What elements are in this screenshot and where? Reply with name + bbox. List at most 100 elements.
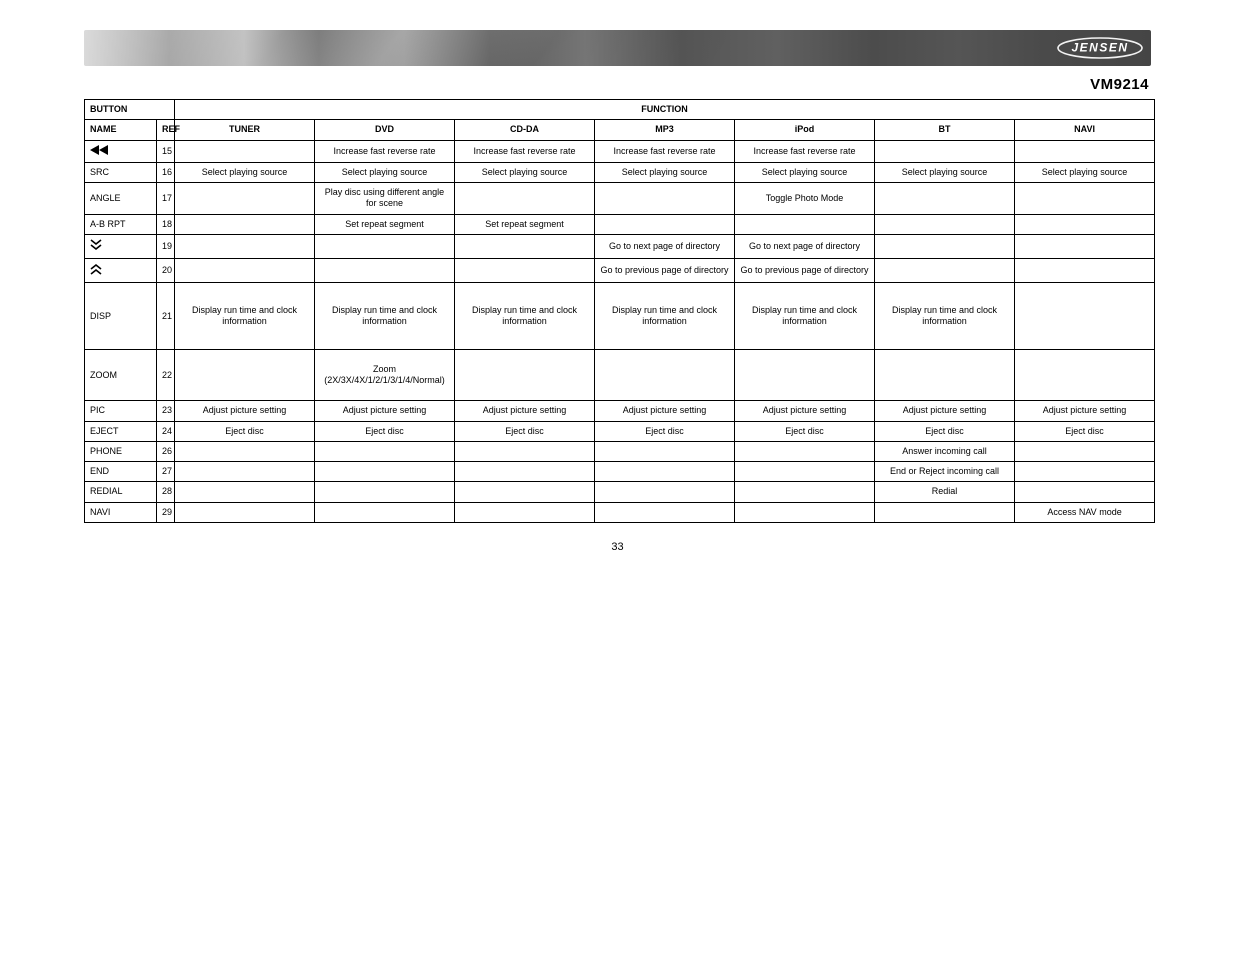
cell-cdda [455, 183, 595, 215]
cell-name: END [85, 462, 157, 482]
cell-cdda: Set repeat segment [455, 214, 595, 234]
brand-logo: JENSEN [1057, 37, 1143, 59]
cell-dvd: Display run time and clock information [315, 283, 455, 350]
cell-ipod [735, 350, 875, 401]
button-name-label: END [90, 466, 109, 476]
th-ref: REF [157, 120, 175, 140]
cell-bt: Select playing source [875, 162, 1015, 182]
table-row: 19Go to next page of directoryGo to next… [85, 234, 1155, 258]
table-row: PIC23Adjust picture settingAdjust pictur… [85, 401, 1155, 421]
cell-bt: Eject disc [875, 421, 1015, 441]
button-name-label: A-B RPT [90, 219, 126, 229]
cell-dvd [315, 502, 455, 522]
th-function: FUNCTION [175, 100, 1155, 120]
cell-cdda [455, 462, 595, 482]
cell-bt [875, 350, 1015, 401]
cell-bt: Redial [875, 482, 1015, 502]
button-name-label: PIC [90, 405, 105, 415]
cell-ref: 16 [157, 162, 175, 182]
cell-name: ANGLE [85, 183, 157, 215]
cell-mp3 [595, 462, 735, 482]
cell-navi: Eject disc [1015, 421, 1155, 441]
cell-tuner [175, 462, 315, 482]
table-row: PHONE26Answer incoming call [85, 441, 1155, 461]
cell-ipod [735, 482, 875, 502]
th-name: NAME [85, 120, 157, 140]
button-name-label: ANGLE [90, 193, 121, 203]
button-name-label: PHONE [90, 446, 122, 456]
cell-dvd: Adjust picture setting [315, 401, 455, 421]
th-dvd: DVD [315, 120, 455, 140]
cell-tuner [175, 441, 315, 461]
cell-tuner [175, 183, 315, 215]
cell-tuner [175, 140, 315, 162]
cell-dvd: Zoom (2X/3X/4X/1/2/1/3/1/4/Normal) [315, 350, 455, 401]
button-name-label: SRC [90, 167, 109, 177]
cell-ref: 21 [157, 283, 175, 350]
cell-ipod: Eject disc [735, 421, 875, 441]
button-name-label: EJECT [90, 426, 119, 436]
cell-ipod: Increase fast reverse rate [735, 140, 875, 162]
cell-navi: Select playing source [1015, 162, 1155, 182]
th-bt: BT [875, 120, 1015, 140]
cell-navi [1015, 214, 1155, 234]
cell-mp3: Adjust picture setting [595, 401, 735, 421]
cell-cdda [455, 502, 595, 522]
brand-logo-text: JENSEN [1071, 41, 1128, 55]
cell-ref: 23 [157, 401, 175, 421]
table-row: A-B RPT18Set repeat segmentSet repeat se… [85, 214, 1155, 234]
cell-ipod [735, 441, 875, 461]
cell-name: SRC [85, 162, 157, 182]
cell-name: EJECT [85, 421, 157, 441]
cell-mp3 [595, 441, 735, 461]
cell-tuner: Display run time and clock information [175, 283, 315, 350]
cell-name [85, 140, 157, 162]
cell-navi [1015, 259, 1155, 283]
cell-cdda [455, 259, 595, 283]
cell-navi [1015, 183, 1155, 215]
button-name-label: DISP [90, 311, 111, 321]
cell-bt: Answer incoming call [875, 441, 1015, 461]
cell-tuner [175, 350, 315, 401]
cell-cdda: Eject disc [455, 421, 595, 441]
table-row: NAVI29Access NAV mode [85, 502, 1155, 522]
cell-bt [875, 140, 1015, 162]
cell-ipod: Toggle Photo Mode [735, 183, 875, 215]
cell-ref: 24 [157, 421, 175, 441]
cell-dvd: Eject disc [315, 421, 455, 441]
cell-mp3 [595, 502, 735, 522]
cell-tuner: Eject disc [175, 421, 315, 441]
cell-tuner: Select playing source [175, 162, 315, 182]
cell-bt [875, 214, 1015, 234]
cell-tuner: Adjust picture setting [175, 401, 315, 421]
cell-dvd [315, 259, 455, 283]
table-row: 15Increase fast reverse rateIncrease fas… [85, 140, 1155, 162]
cell-mp3: Select playing source [595, 162, 735, 182]
cell-ref: 29 [157, 502, 175, 522]
cell-cdda: Adjust picture setting [455, 401, 595, 421]
cell-cdda: Display run time and clock information [455, 283, 595, 350]
cell-mp3: Increase fast reverse rate [595, 140, 735, 162]
cell-bt [875, 259, 1015, 283]
cell-cdda [455, 350, 595, 401]
cell-mp3 [595, 482, 735, 502]
cell-tuner [175, 234, 315, 258]
page-down-icon [90, 243, 102, 253]
cell-cdda [455, 441, 595, 461]
cell-mp3 [595, 350, 735, 401]
cell-ref: 27 [157, 462, 175, 482]
cell-name: REDIAL [85, 482, 157, 502]
table-row: SRC16Select playing sourceSelect playing… [85, 162, 1155, 182]
page-number: 33 [84, 541, 1151, 553]
cell-bt [875, 183, 1015, 215]
cell-ref: 22 [157, 350, 175, 401]
cell-ipod [735, 214, 875, 234]
cell-cdda: Select playing source [455, 162, 595, 182]
cell-dvd: Select playing source [315, 162, 455, 182]
cell-cdda: Increase fast reverse rate [455, 140, 595, 162]
table-row: DISP21Display run time and clock informa… [85, 283, 1155, 350]
cell-tuner [175, 502, 315, 522]
cell-navi [1015, 350, 1155, 401]
cell-dvd: Set repeat segment [315, 214, 455, 234]
cell-ref: 19 [157, 234, 175, 258]
